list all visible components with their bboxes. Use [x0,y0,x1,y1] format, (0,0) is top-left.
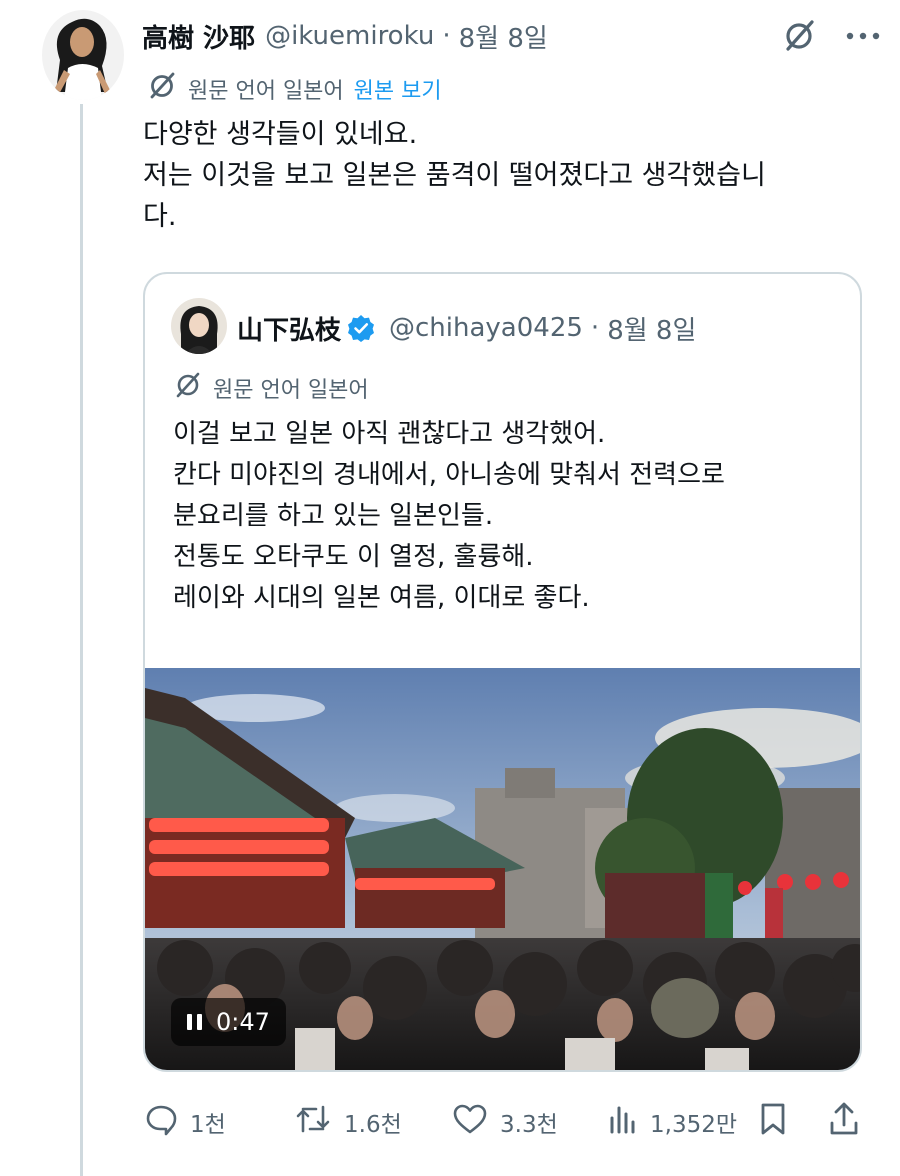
translation-note: 원문 언어 일본어 [188,79,344,104]
post-text: 다양한 생각들이 있네요. 저는 이것을 보고 일본은 품격이 떨어졌다고 생각… [143,114,843,237]
like-button[interactable]: 3.3천 [452,1100,558,1144]
quote-header: 山下弘枝 @chihaya0425 · 8월 8일 [237,306,696,350]
pause-icon[interactable] [187,1014,202,1030]
quote-author-avatar[interactable] [171,298,227,354]
header-actions [780,16,880,56]
quote-text: 이걸 보고 일본 아직 괜찮다고 생각했어. 칸다 미야진의 경내에서, 아니송… [173,414,843,619]
quote-date[interactable]: 8월 8일 [607,310,696,347]
post-text-line: 다양한 생각들이 있네요. [143,119,418,150]
thread-line [80,104,83,1176]
quote-text-line: 칸다 미야진의 경내에서, 아니송에 맞춰서 전력으로 [173,460,725,490]
quote-text-line: 전통도 오타쿠도 이 열정, 훌륭해. [173,542,534,572]
repost-count: 1.6천 [344,1112,402,1138]
grok-slash-icon[interactable] [780,17,818,55]
verified-badge-icon [347,314,375,342]
author-name[interactable]: 高樹 沙耶 [142,18,255,55]
bookmark-icon [758,1101,788,1143]
quote-translation-note: 원문 언어 일본어 [213,378,369,403]
quote-separator: · [590,313,600,343]
reply-count: 1천 [190,1112,226,1138]
quote-text-line: 레이와 시대의 일본 여름, 이대로 좋다. [173,583,590,613]
post-date[interactable]: 8월 8일 [459,18,548,55]
share-icon [828,1101,860,1143]
share-button[interactable] [828,1100,860,1144]
quote-text-line: 이걸 보고 일본 아직 괜찮다고 생각했어. [173,419,606,449]
author-avatar[interactable] [42,10,124,100]
quoted-tweet-card[interactable]: 山下弘枝 @chihaya0425 · 8월 8일 원문 언어 일본어 이걸 보… [143,272,862,1072]
views-button[interactable]: 1,352만 [608,1100,737,1144]
tweet-header: 高樹 沙耶 @ikuemiroku · 8월 8일 [142,16,880,56]
translate-icon [173,370,203,406]
like-count: 3.3천 [500,1112,558,1138]
views-icon [608,1102,638,1142]
quote-author-name[interactable]: 山下弘枝 [237,310,341,347]
post-text-line: 저는 이것을 보고 일본은 품격이 떨어졌다고 생각했습니 [143,160,766,191]
like-icon [452,1102,488,1142]
quote-author-handle[interactable]: @chihaya0425 [389,313,583,343]
video-player[interactable]: 0:47 [145,668,860,1070]
author-handle[interactable]: @ikuemiroku [265,21,434,51]
action-bar: 1천 1.6천 3.3천 1,352만 [144,1100,864,1144]
show-original-link[interactable]: 원본 보기 [354,73,442,105]
video-duration: 0:47 [216,1008,270,1036]
views-count: 1,352만 [650,1112,738,1138]
quote-translation-row: 원문 언어 일본어 [173,370,369,406]
header-separator: · [442,21,451,51]
bookmark-button[interactable] [758,1100,788,1144]
more-icon[interactable] [846,31,880,41]
quote-text-line: 분요리를 하고 있는 일본인들. [173,501,494,531]
translation-row: 원문 언어 일본어 원본 보기 [146,70,442,108]
repost-button[interactable]: 1.6천 [294,1100,402,1144]
post-text-line: 다. [143,201,177,232]
reply-icon [144,1102,178,1142]
video-playback-pill[interactable]: 0:47 [171,998,286,1046]
repost-icon [294,1102,332,1142]
reply-button[interactable]: 1천 [144,1100,226,1144]
translate-icon [146,70,178,108]
